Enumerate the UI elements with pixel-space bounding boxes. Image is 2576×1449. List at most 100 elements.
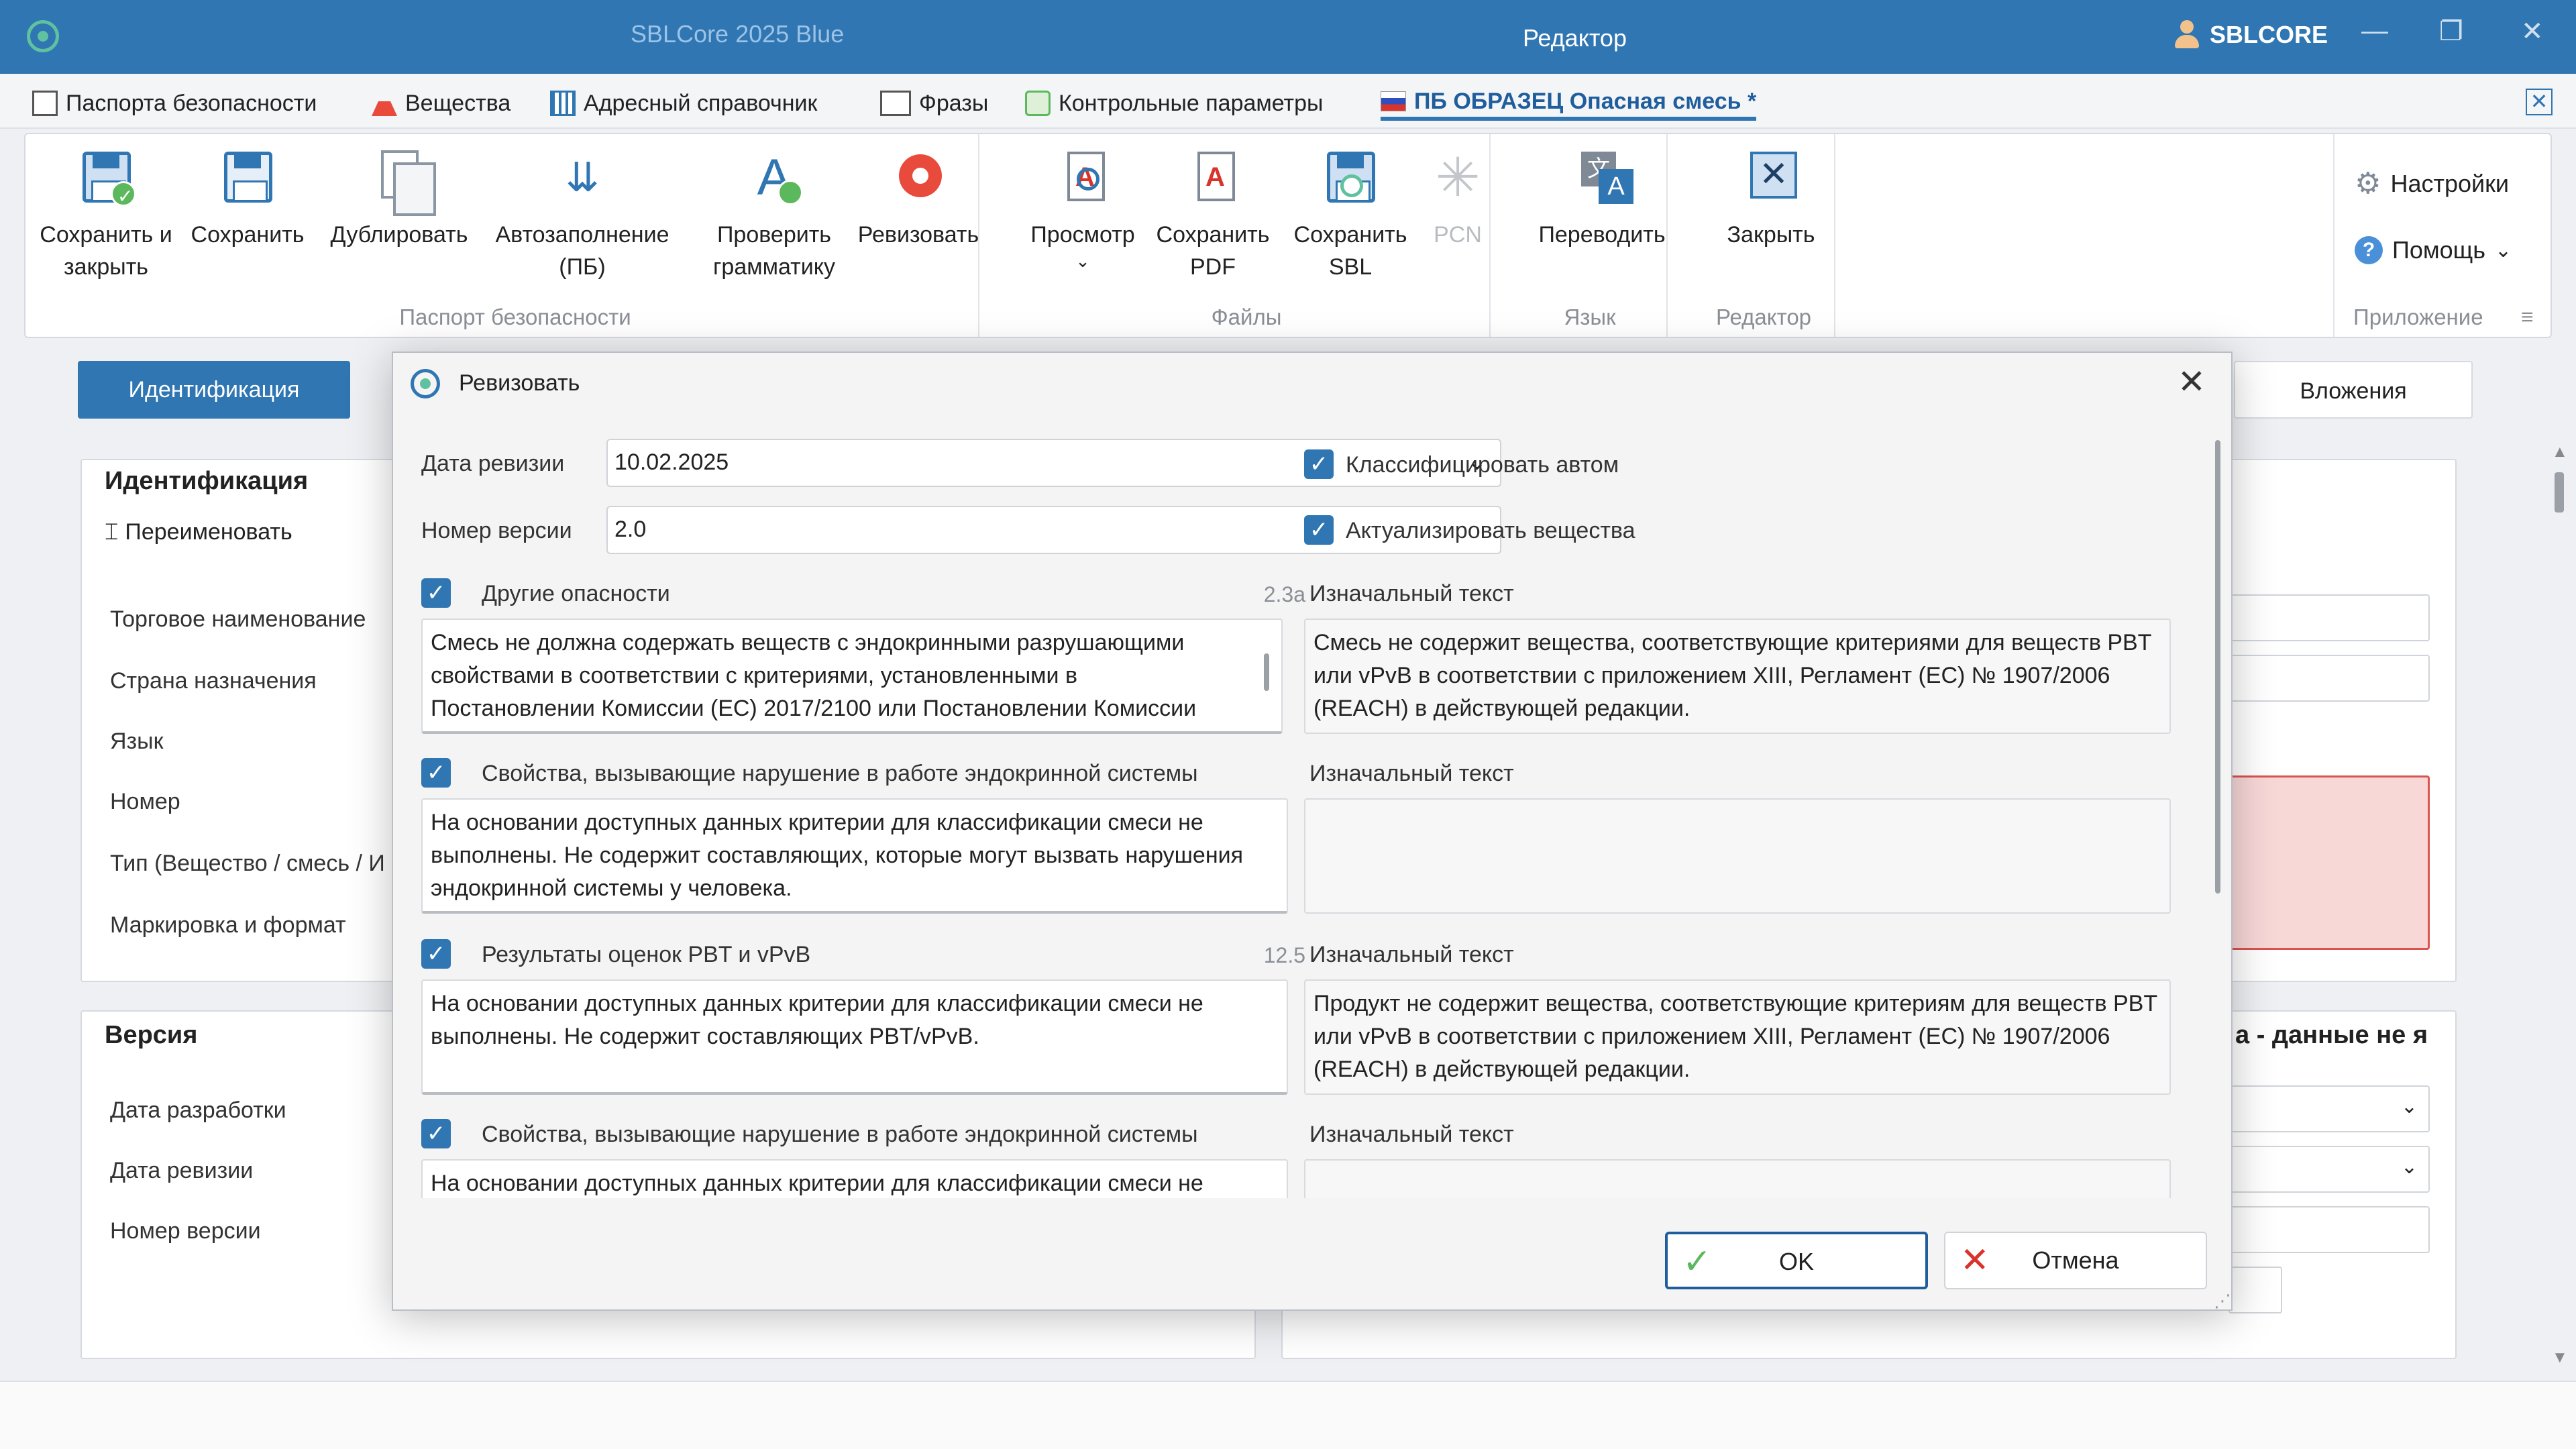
duplicate-icon xyxy=(369,148,436,216)
field-label: Торговое наименование xyxy=(110,606,366,632)
user-menu[interactable]: SBLCORE xyxy=(2174,20,2328,50)
save-close-icon xyxy=(76,148,136,213)
textarea-scrollbar[interactable] xyxy=(1264,653,1269,691)
revision-date-label: Дата ревизии xyxy=(421,451,565,476)
close-tab-button[interactable]: ✕ xyxy=(2526,89,2553,115)
rename-button[interactable]: ⌶ Переименовать xyxy=(105,519,292,545)
revise-button[interactable]: Ревизовать xyxy=(828,148,1009,251)
duplicate-button[interactable]: Дублировать xyxy=(315,148,483,251)
autofill-button[interactable]: ⇊ Автозаполнение (ПБ) xyxy=(482,148,683,283)
help-icon: ? xyxy=(2355,236,2383,264)
cancel-x-icon: ✕ xyxy=(1960,1241,1990,1280)
book-icon xyxy=(880,91,911,116)
target-icon xyxy=(1025,91,1051,116)
panel-title: Версия xyxy=(105,1021,198,1049)
window-title: Редактор xyxy=(1523,24,1627,52)
section-checkbox[interactable]: ✓ xyxy=(421,758,451,788)
date-field[interactable]: ⌄ xyxy=(2229,1085,2430,1132)
update-substances-checkbox[interactable]: ✓ xyxy=(1304,515,1334,545)
tab-control-params[interactable]: Контрольные параметры xyxy=(1025,86,1323,121)
translate-icon: 文A xyxy=(1572,148,1633,208)
dialog-title: Ревизовать xyxy=(459,370,580,396)
check-icon: ✓ xyxy=(1682,1242,1712,1281)
classify-auto-checkbox[interactable]: ✓ xyxy=(1304,449,1334,479)
group-label-application: Приложение xyxy=(2353,305,2483,329)
translate-button[interactable]: 文A Переводить xyxy=(1501,148,1703,251)
minimize-button[interactable]: — xyxy=(2361,16,2388,46)
save-close-button[interactable]: Сохранить и закрыть xyxy=(39,148,173,283)
field-label: Дата разработки xyxy=(110,1097,286,1123)
original-text-label: Изначальный текст xyxy=(1309,1122,1514,1147)
text-field[interactable] xyxy=(2229,655,2430,702)
nav-identification[interactable]: Идентификация xyxy=(78,361,350,419)
app-logo-icon xyxy=(411,369,440,398)
revise-dialog: Ревизовать ✕ Дата ревизии 10.02.2025 ⌄ Н… xyxy=(392,352,2233,1311)
original-text-label: Изначальный текст xyxy=(1309,942,1514,967)
panel-title: Идентификация xyxy=(105,467,309,495)
original-text-box xyxy=(1304,798,2171,914)
save-sbl-button[interactable]: Сохранить SBL xyxy=(1280,148,1421,283)
resize-grip-icon[interactable]: ⋰ xyxy=(2214,1291,2231,1311)
section-checkbox[interactable]: ✓ xyxy=(421,1119,451,1148)
text-field[interactable] xyxy=(2229,1267,2282,1313)
restore-button[interactable]: ❐ xyxy=(2439,16,2463,47)
field-label: Язык xyxy=(110,729,164,754)
close-editor-button[interactable]: ✕ Закрыть xyxy=(1677,148,1865,251)
chevron-down-icon: ⌄ xyxy=(2495,239,2512,262)
section-label: Результаты оценок PBT и vPvB xyxy=(482,942,811,967)
gear-red-icon xyxy=(888,148,949,208)
section-textarea[interactable]: На основании доступных данных критерии д… xyxy=(421,979,1288,1095)
close-window-button[interactable]: ✕ xyxy=(2521,16,2544,47)
tab-sds-sample[interactable]: ПБ ОБРАЗЕЦ Опасная смесь * xyxy=(1381,86,1757,121)
section-textarea[interactable]: Смесь не должна содержать веществ с эндо… xyxy=(421,619,1283,734)
original-text-label: Изначальный текст xyxy=(1309,761,1514,786)
version-label: Номер версии xyxy=(421,518,572,543)
close-icon[interactable]: ✕ xyxy=(2178,362,2206,401)
user-icon xyxy=(2174,20,2200,50)
text-field[interactable] xyxy=(2229,594,2430,641)
rename-icon: ⌶ xyxy=(105,519,119,545)
grammar-icon: A xyxy=(744,148,804,239)
date-field[interactable]: ⌄ xyxy=(2229,1146,2430,1193)
tab-substances[interactable]: Вещества xyxy=(372,86,511,121)
section-checkbox[interactable]: ✓ xyxy=(421,578,451,608)
page-scrollbar[interactable]: ▲ ▼ xyxy=(2549,443,2568,1368)
flask-icon xyxy=(372,91,397,116)
chevron-down-icon: ⌄ xyxy=(2400,1095,2418,1118)
section-checkbox[interactable]: ✓ xyxy=(421,939,451,969)
pcn-button[interactable]: ✳ PCN xyxy=(1407,148,1508,251)
classify-auto-label: Классифицировать автом xyxy=(1346,452,1619,478)
text-field[interactable] xyxy=(2229,1206,2430,1253)
section-label: Свойства, вызывающие нарушение в работе … xyxy=(482,1122,1198,1147)
title-bar: SBLCore 2025 Blue Редактор SBLCORE — ❐ ✕ xyxy=(0,0,2576,74)
original-text-box: Смесь не содержит вещества, соответствую… xyxy=(1304,619,2171,734)
section-textarea[interactable]: На основании доступных данных критерии д… xyxy=(421,798,1288,914)
section-code: 12.5 xyxy=(1263,943,1305,967)
nav-attachments[interactable]: Вложения xyxy=(2234,361,2473,419)
save-icon xyxy=(217,148,278,208)
tab-address-book[interactable]: Адресный справочник xyxy=(550,86,817,121)
tab-phrases[interactable]: Фразы xyxy=(880,86,988,121)
save-button[interactable]: Сохранить xyxy=(177,148,318,251)
help-button[interactable]: ? Помощь ⌄ xyxy=(2355,236,2512,264)
app-name: SBLCore 2025 Blue xyxy=(631,20,845,48)
pdf-icon xyxy=(1183,148,1243,208)
cancel-button[interactable]: ✕ Отмена xyxy=(1944,1232,2207,1289)
status-bar xyxy=(0,1381,2576,1449)
section-code: 2.3a xyxy=(1263,582,1305,606)
section-textarea[interactable]: На основании доступных данных критерии д… xyxy=(421,1159,1288,1198)
flag-icon xyxy=(1381,91,1406,111)
chevron-down-icon: ⌄ xyxy=(2400,1156,2418,1178)
section-label: Другие опасности xyxy=(482,581,670,606)
original-text-label: Изначальный текст xyxy=(1309,581,1514,606)
tab-safety-passports[interactable]: Паспорта безопасности xyxy=(32,86,317,121)
save-pdf-button[interactable]: Сохранить PDF xyxy=(1139,148,1287,283)
ribbon-menu-icon[interactable]: ≡ xyxy=(2521,305,2534,329)
sbl-save-icon xyxy=(1320,148,1381,208)
ok-button[interactable]: ✓ OK xyxy=(1665,1232,1928,1289)
settings-button[interactable]: ⚙ Настройки xyxy=(2355,166,2509,201)
autofill-icon: ⇊ xyxy=(565,155,600,200)
field-label: Номер xyxy=(110,789,180,814)
dialog-scrollbar[interactable] xyxy=(2215,440,2220,894)
section-label: Свойства, вызывающие нарушение в работе … xyxy=(482,761,1198,786)
